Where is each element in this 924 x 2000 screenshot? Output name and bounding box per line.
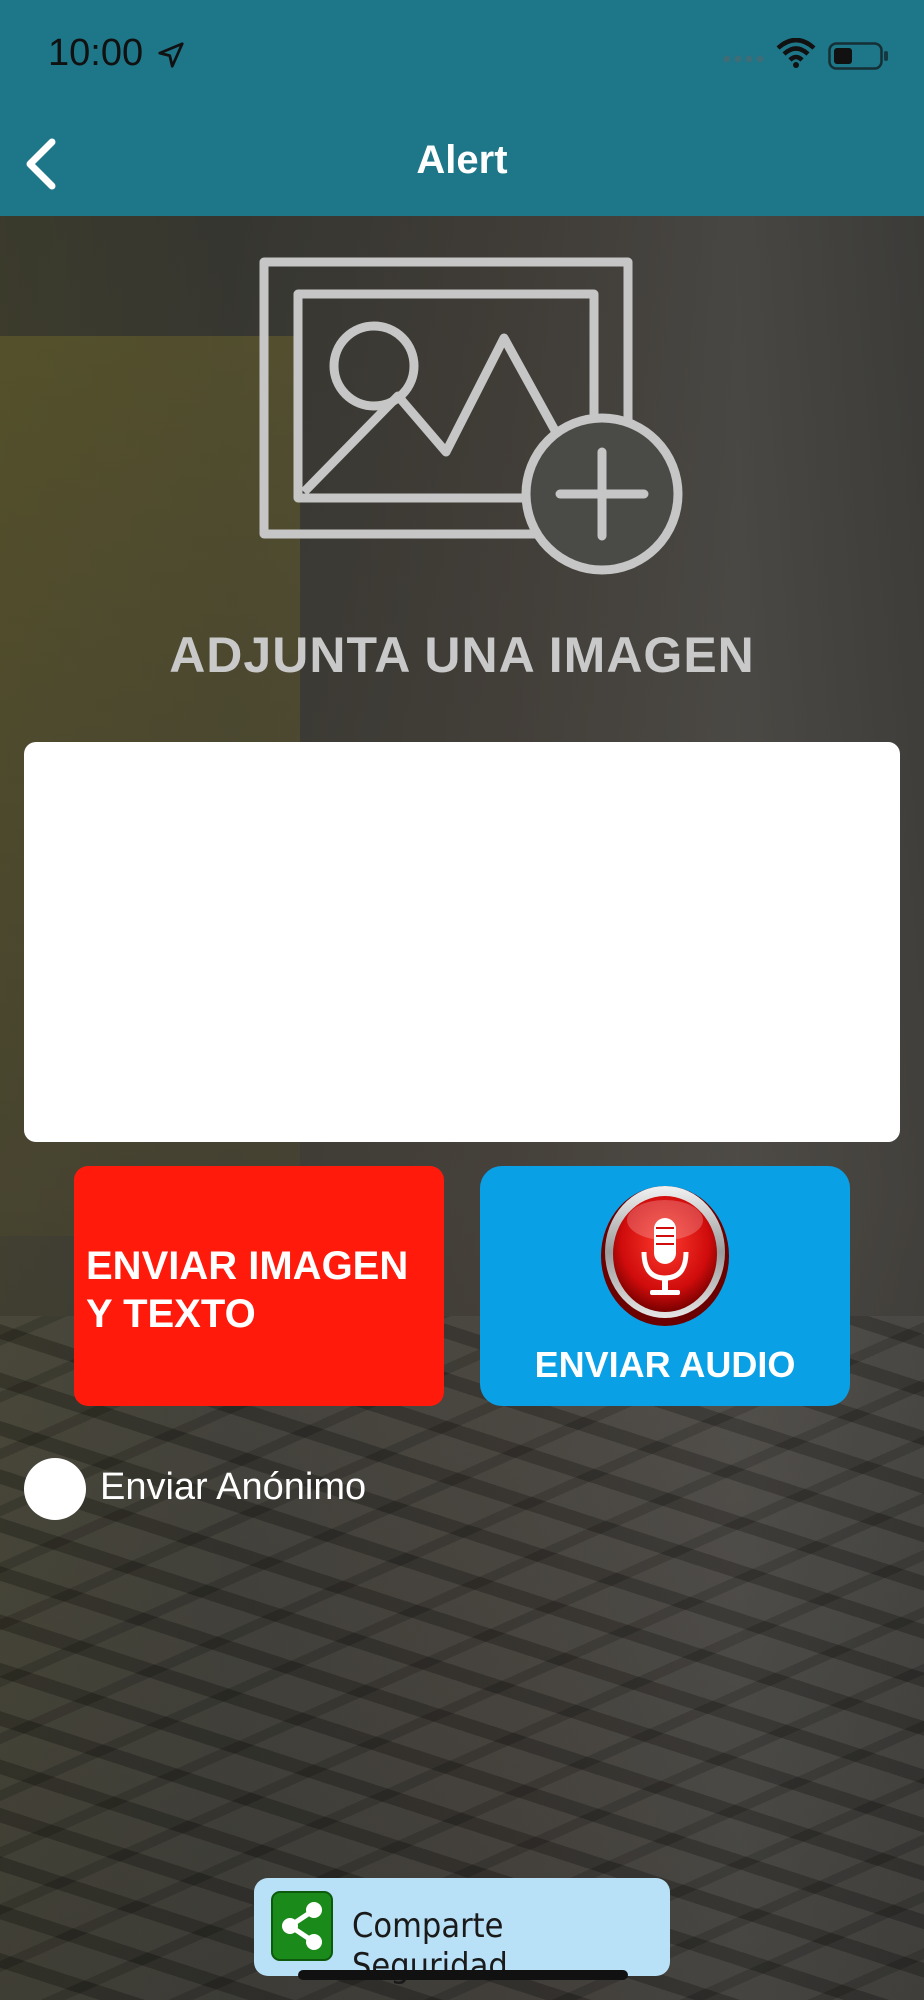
send-audio-button[interactable]: ENVIAR AUDIO [480, 1166, 850, 1406]
microphone-icon [601, 1186, 729, 1326]
send-audio-label: ENVIAR AUDIO [534, 1344, 796, 1385]
top-bar: 10:00 Alert [0, 0, 924, 216]
send-image-text-label-line1: ENVIAR IMAGEN [86, 1244, 409, 1288]
send-image-text-label: ENVIAR IMAGEN Y TEXTO [86, 1242, 408, 1338]
attach-image-label[interactable]: ADJUNTA UNA IMAGEN [0, 626, 924, 684]
battery-icon [828, 42, 888, 70]
status-time: 10:00 [48, 32, 144, 74]
signal-dots-icon [723, 55, 764, 63]
anonymous-label[interactable]: Enviar Anónimo [100, 1466, 366, 1509]
page-title: Alert [416, 138, 508, 182]
home-indicator [298, 1970, 628, 1980]
message-textarea[interactable] [24, 742, 900, 1142]
share-icon [271, 1891, 333, 1961]
add-image-icon[interactable] [258, 256, 694, 586]
send-image-text-label-line2: Y TEXTO [86, 1292, 256, 1336]
anonymous-radio[interactable] [24, 1458, 86, 1520]
share-security-button[interactable]: Comparte Seguridad [254, 1878, 670, 1986]
send-image-text-button[interactable]: ENVIAR IMAGEN Y TEXTO [74, 1166, 444, 1406]
location-arrow-icon [158, 42, 184, 68]
wifi-icon [776, 38, 816, 68]
